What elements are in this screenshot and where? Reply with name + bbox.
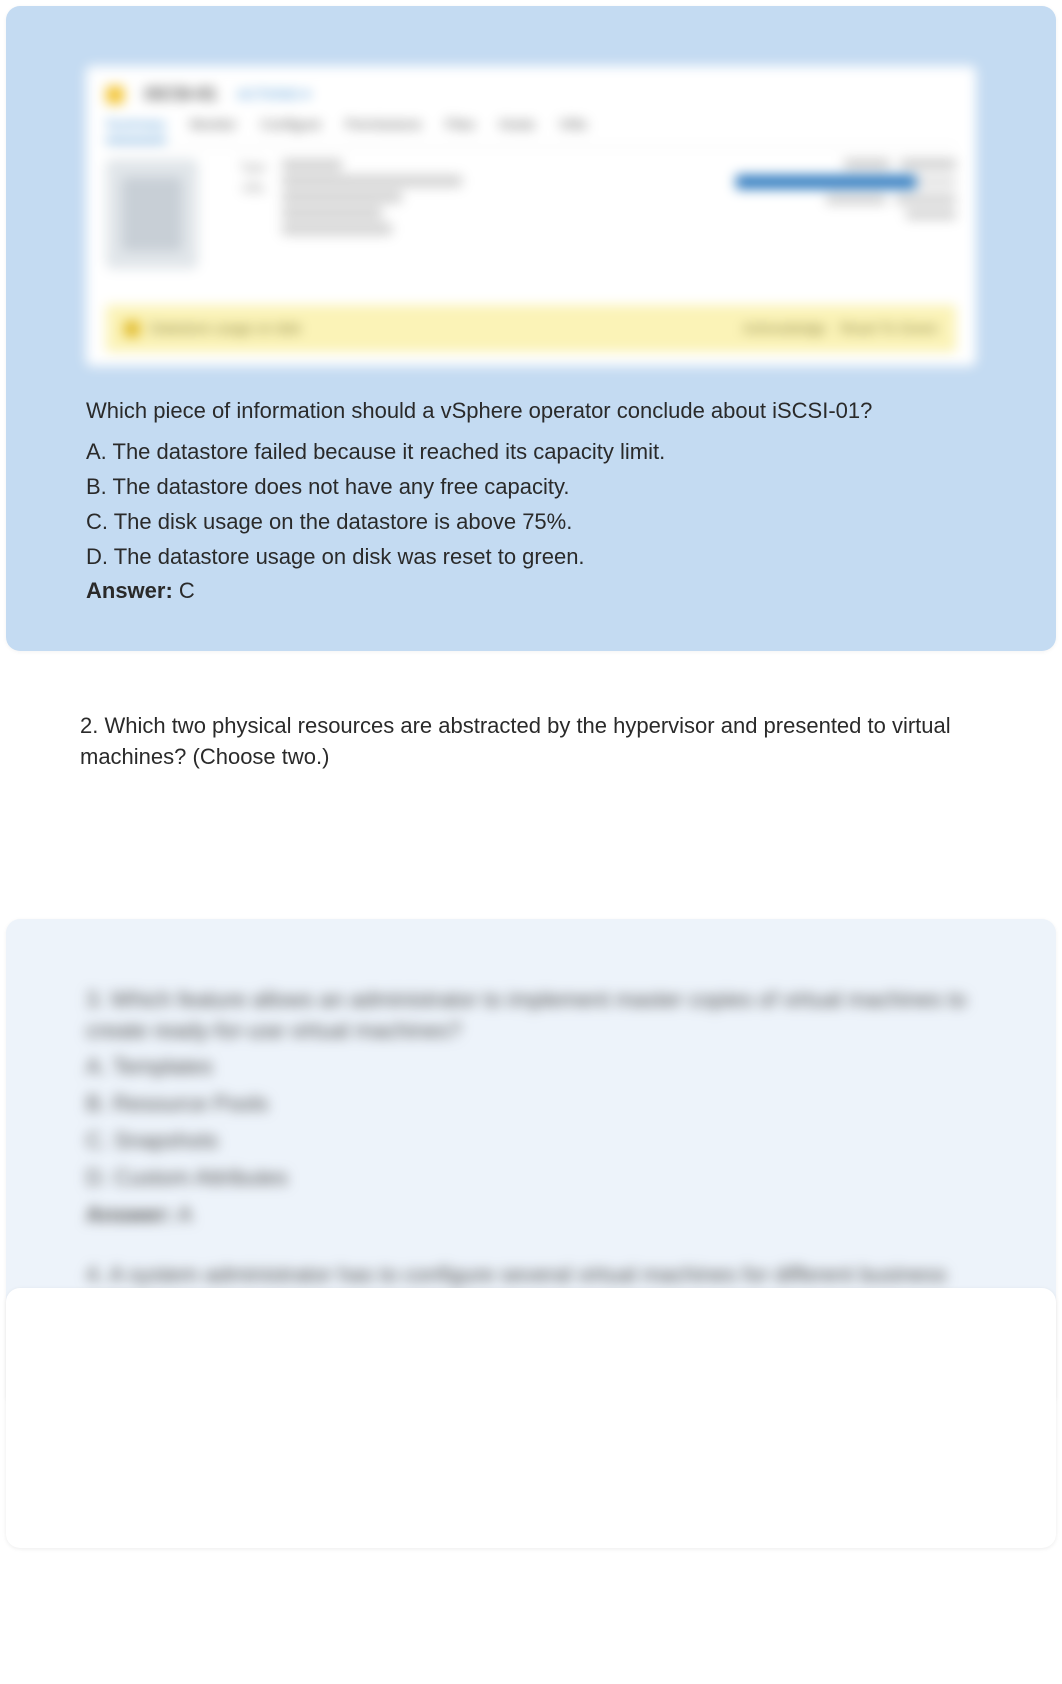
- detail-row: [282, 223, 392, 235]
- vsphere-summary-body: Type URL: [106, 159, 956, 269]
- acknowledge-link[interactable]: Acknowledge: [743, 319, 826, 339]
- type-value: [282, 159, 342, 171]
- datastore-icon: [106, 86, 124, 104]
- question-1-option-c: C. The disk usage on the datastore is ab…: [86, 507, 976, 538]
- question-3-answer: Answer: A: [86, 1200, 976, 1231]
- question-1-text: Which piece of information should a vSph…: [86, 396, 976, 427]
- question-3-text: 3. Which feature allows an administrator…: [86, 985, 976, 1047]
- storage-label: [844, 159, 890, 169]
- url-value: [282, 175, 462, 187]
- answer-value: A: [173, 1202, 193, 1227]
- warning-icon: [124, 321, 140, 337]
- question-3-option-c: C. Snapshots: [86, 1126, 976, 1157]
- tab-summary[interactable]: Summary: [106, 115, 166, 142]
- answer-label: Answer:: [86, 578, 173, 603]
- storage-free: [900, 159, 956, 169]
- storage-capacity: [896, 195, 956, 204]
- bottom-spacer: [6, 1308, 1056, 1508]
- vsphere-header: iSCSI-01 ACTIONS ▾: [106, 82, 956, 107]
- vsphere-tabs: Summary Monitor Configure Permissions Fi…: [106, 115, 956, 147]
- reset-to-green-link[interactable]: Reset To Green: [840, 319, 938, 339]
- tab-vms[interactable]: VMs: [559, 115, 587, 142]
- storage-refresh: [906, 210, 956, 219]
- vsphere-screenshot-panel: iSCSI-01 ACTIONS ▾ Summary Monitor Confi…: [86, 66, 976, 366]
- question-3-option-a: A. Templates: [86, 1052, 976, 1083]
- actions-link[interactable]: ACTIONS ▾: [237, 85, 310, 105]
- storage-usage-fill: [736, 175, 916, 189]
- question-3-option-d: D. Custom Attributes: [86, 1163, 976, 1194]
- tab-monitor[interactable]: Monitor: [190, 115, 237, 142]
- question-1-answer: Answer: C: [86, 576, 976, 607]
- datastore-detail: Type URL: [218, 159, 956, 269]
- datastore-alert: Datastore usage on disk Acknowledge Rese…: [106, 305, 956, 353]
- question-3-option-b: B. Resource Pools: [86, 1089, 976, 1120]
- tab-hosts[interactable]: Hosts: [499, 115, 535, 142]
- question-card-1: iSCSI-01 ACTIONS ▾ Summary Monitor Confi…: [6, 6, 1056, 651]
- alert-text: Datastore usage on disk: [150, 319, 301, 339]
- type-label: Type: [218, 159, 266, 176]
- storage-summary: [676, 159, 956, 269]
- question-2-text: 2. Which two physical resources are abst…: [80, 711, 982, 773]
- datastore-large-icon: [106, 159, 198, 269]
- datastore-title: iSCSI-01: [144, 82, 217, 107]
- storage-usage-bar: [736, 175, 956, 189]
- question-1-option-d: D. The datastore usage on disk was reset…: [86, 542, 976, 573]
- storage-used: [826, 195, 886, 204]
- url-label: URL: [218, 180, 266, 197]
- question-2: 2. Which two physical resources are abst…: [0, 651, 1062, 913]
- tab-files[interactable]: Files: [446, 115, 476, 142]
- bottom-overlay-card: [6, 1288, 1056, 1548]
- tab-permissions[interactable]: Permissions: [345, 115, 421, 142]
- detail-row: [282, 207, 382, 219]
- question-1: Which piece of information should a vSph…: [6, 396, 1056, 607]
- detail-row: [282, 191, 402, 203]
- question-1-option-b: B. The datastore does not have any free …: [86, 472, 976, 503]
- tab-configure[interactable]: Configure: [261, 115, 322, 142]
- question-1-option-a: A. The datastore failed because it reach…: [86, 437, 976, 468]
- answer-value: C: [173, 578, 195, 603]
- answer-label: Answer:: [86, 1202, 173, 1227]
